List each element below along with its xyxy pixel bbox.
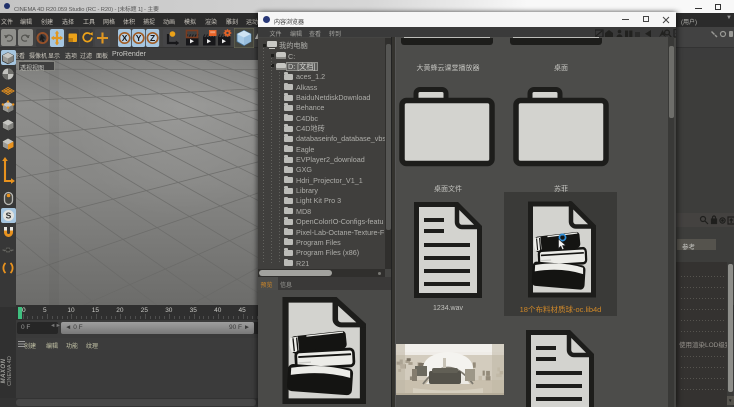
svg-text:S: S	[5, 211, 11, 221]
svg-text:Y: Y	[136, 33, 142, 43]
svg-text:X: X	[122, 33, 128, 43]
svg-text:Z: Z	[150, 33, 155, 43]
